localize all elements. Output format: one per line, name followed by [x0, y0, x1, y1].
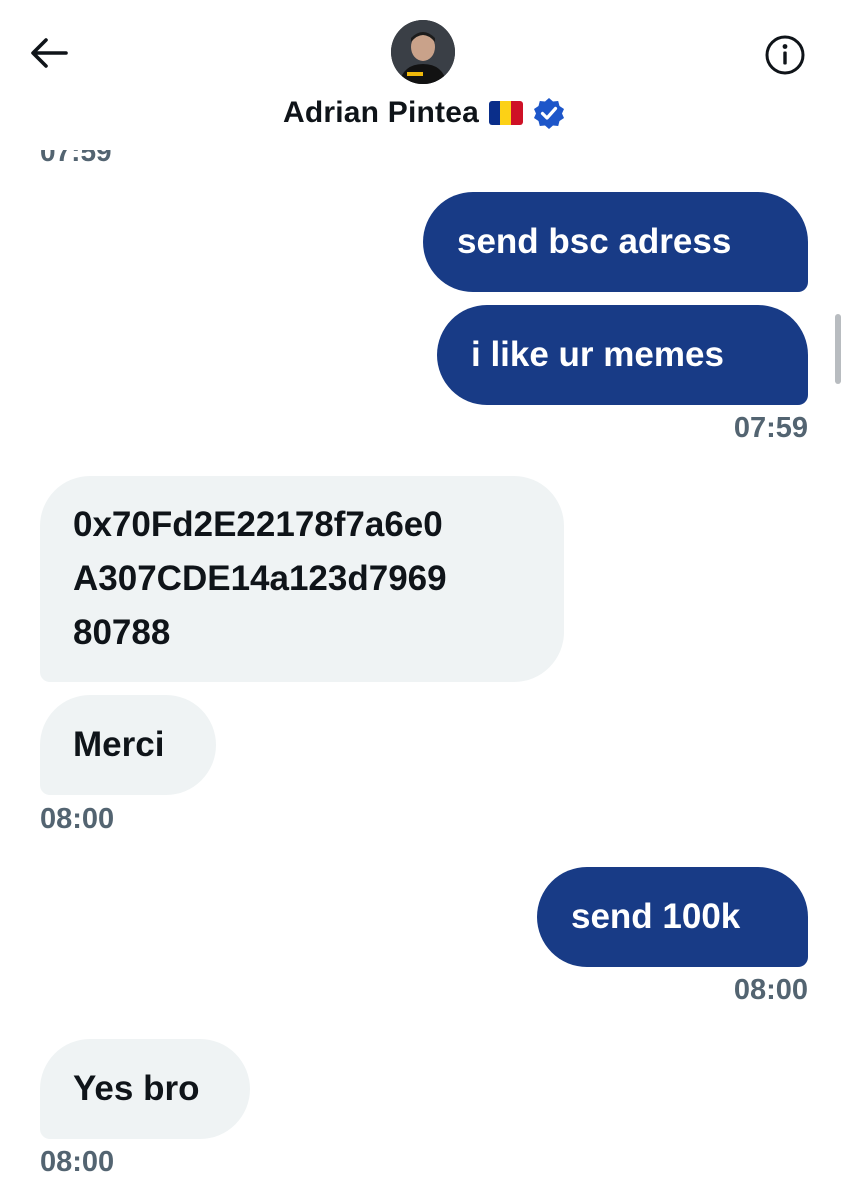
message-text: i like ur memes: [471, 335, 724, 374]
contact-name: Adrian Pintea: [283, 96, 479, 129]
romania-flag-icon: [488, 101, 523, 125]
verified-badge-icon: [533, 97, 565, 129]
info-icon: [765, 35, 805, 75]
message-text-line: 80788: [73, 613, 171, 652]
message-text-line: A307CDE14a123d7969: [73, 559, 447, 598]
message-timestamp: 08:00: [40, 803, 115, 835]
message-bubble-received[interactable]: Yes bro: [40, 1039, 250, 1139]
message-text: send bsc adress: [457, 222, 732, 261]
info-button[interactable]: [760, 30, 810, 80]
message-timestamp: 07:59: [733, 412, 808, 444]
message-text: Merci: [73, 725, 165, 764]
message-text-line: 0x70Fd2E22178f7a6e0: [73, 505, 443, 544]
message-bubble-received[interactable]: 0x70Fd2E22178f7a6e0 A307CDE14a123d7969 8…: [40, 476, 564, 682]
message-timestamp: 08:00: [733, 974, 808, 1006]
scrollbar[interactable]: [835, 314, 841, 384]
avatar[interactable]: [391, 20, 455, 84]
back-arrow-icon: [31, 38, 68, 68]
back-button[interactable]: [26, 30, 72, 76]
message-bubble-sent[interactable]: send bsc adress: [423, 192, 808, 292]
message-bubble-sent[interactable]: i like ur memes: [437, 305, 808, 405]
message-timestamp: 08:00: [40, 1146, 115, 1178]
message-bubble-sent[interactable]: send 100k: [537, 867, 808, 967]
message-text: Yes bro: [73, 1069, 200, 1108]
contact-title[interactable]: Adrian Pintea: [0, 96, 848, 130]
conversation-header: Adrian Pintea: [0, 0, 848, 150]
message-text: send 100k: [571, 897, 741, 936]
message-bubble-received[interactable]: Merci: [40, 695, 216, 795]
